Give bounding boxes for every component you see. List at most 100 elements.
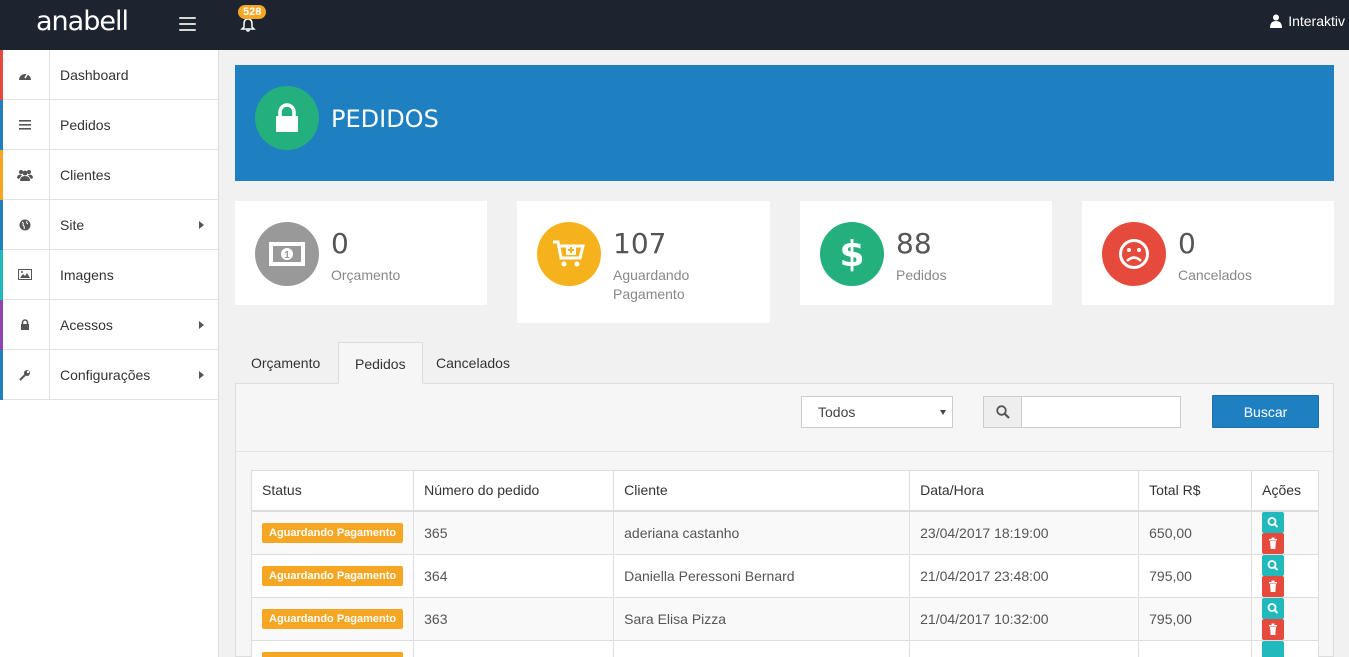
chevron-down-icon bbox=[940, 410, 946, 415]
table-header-row: Status Número do pedido Cliente Data/Hor… bbox=[251, 470, 1319, 512]
order-datetime: 21/04/2017 10:32:00 bbox=[909, 597, 1140, 641]
stat-card-orcamento[interactable]: 1 0 Orçamento bbox=[235, 201, 487, 305]
order-number: 365 bbox=[413, 510, 615, 555]
sidebar-item-clientes[interactable]: Clientes bbox=[0, 149, 218, 200]
search-addon bbox=[983, 396, 1022, 428]
tab-panel: Todos Buscar Status Número do pedido Cli… bbox=[235, 384, 1334, 657]
search-icon bbox=[1267, 602, 1279, 614]
dollar-icon: $ bbox=[839, 233, 865, 275]
logo[interactable]: anabell bbox=[36, 6, 129, 37]
column-header[interactable]: Status bbox=[251, 470, 415, 512]
order-total: 795,00 bbox=[1138, 597, 1253, 641]
tab-bar: Orçamento Pedidos Cancelados bbox=[235, 342, 1334, 384]
sidebar-item-label: Clientes bbox=[60, 166, 111, 183]
chevron-right-icon bbox=[199, 370, 204, 379]
sidebar-item-label: Pedidos bbox=[60, 116, 111, 133]
status-badge: Aguardando Pagamento bbox=[262, 608, 404, 629]
delete-button[interactable] bbox=[1262, 532, 1285, 554]
column-header[interactable]: Cliente bbox=[613, 470, 911, 512]
users-icon bbox=[16, 169, 33, 181]
view-button[interactable] bbox=[1262, 511, 1285, 533]
sidebar-item-site[interactable]: Site bbox=[0, 199, 218, 250]
table-row[interactable]: Aguardando Pagamento 365 aderiana castan… bbox=[251, 510, 1319, 555]
trash-icon bbox=[1269, 623, 1278, 635]
sidebar-item-label: Site bbox=[60, 216, 85, 233]
notification-badge[interactable]: 528 bbox=[238, 5, 267, 19]
column-header[interactable]: Número do pedido bbox=[413, 470, 615, 512]
search-input[interactable] bbox=[1021, 396, 1181, 428]
money-icon: 1 bbox=[269, 242, 305, 266]
search-icon bbox=[1267, 516, 1279, 528]
view-button[interactable] bbox=[1262, 597, 1285, 619]
status-select[interactable]: Todos bbox=[801, 396, 953, 428]
stat-label: Orçamento bbox=[331, 267, 401, 283]
sidebar-item-label: Configurações bbox=[60, 366, 151, 383]
client-name: aderiana castanho bbox=[613, 510, 911, 555]
sidebar-item-pedidos[interactable]: Pedidos bbox=[0, 99, 218, 150]
sidebar-item-acessos[interactable]: Acessos bbox=[0, 299, 218, 350]
table-row[interactable]: Aguardando Pagamento 364 Daniella Peress… bbox=[251, 554, 1319, 598]
lock-icon bbox=[20, 318, 29, 330]
chevron-right-icon bbox=[199, 220, 204, 229]
order-number: 363 bbox=[413, 597, 615, 641]
status-badge: Aguardando Pagamento bbox=[262, 522, 404, 543]
column-header[interactable]: Data/Hora bbox=[909, 470, 1140, 512]
trash-icon bbox=[1269, 537, 1278, 549]
header-icon-circle bbox=[255, 86, 319, 150]
delete-button[interactable] bbox=[1262, 575, 1285, 597]
stat-label: Cancelados bbox=[1178, 267, 1252, 283]
bell-icon[interactable] bbox=[240, 18, 256, 32]
user-menu[interactable]: Interaktiv bbox=[1270, 13, 1345, 29]
frown-icon bbox=[1119, 239, 1149, 269]
status-badge: Aguardando Pagamento bbox=[262, 565, 404, 586]
svg-text:1: 1 bbox=[284, 250, 290, 261]
stat-card-pedidos[interactable]: $ 88 Pedidos bbox=[800, 201, 1052, 305]
order-datetime: 23/04/2017 18:19:00 bbox=[909, 510, 1140, 555]
order-datetime: 21/04/2017 23:48:00 bbox=[909, 554, 1140, 598]
search-icon bbox=[995, 405, 1010, 419]
stat-label: Pedidos bbox=[896, 267, 947, 283]
sidebar: Dashboard Pedidos Clientes Site Imagens … bbox=[0, 49, 219, 657]
view-button[interactable] bbox=[1262, 554, 1285, 576]
search-button[interactable]: Buscar bbox=[1212, 395, 1319, 428]
page-header: PEDIDOS bbox=[235, 65, 1334, 181]
user-name: Interaktiv bbox=[1288, 13, 1345, 29]
stat-label: Aguardando Pagamento bbox=[613, 267, 690, 302]
order-total: 650,00 bbox=[1138, 510, 1253, 555]
stat-value: 107 bbox=[613, 227, 667, 260]
menu-toggle-icon[interactable] bbox=[179, 17, 196, 31]
tab-pedidos[interactable]: Pedidos bbox=[338, 342, 423, 384]
page-title: PEDIDOS bbox=[331, 105, 439, 133]
trash-icon bbox=[1269, 580, 1278, 592]
order-number: 364 bbox=[413, 554, 615, 598]
sidebar-item-label: Dashboard bbox=[60, 66, 129, 83]
sidebar-item-dashboard[interactable]: Dashboard bbox=[0, 49, 218, 100]
column-header[interactable]: Total R$ bbox=[1138, 470, 1253, 512]
sidebar-item-imagens[interactable]: Imagens bbox=[0, 249, 218, 300]
stat-value: 0 bbox=[331, 227, 349, 260]
column-header: Ações bbox=[1251, 470, 1319, 512]
view-button[interactable] bbox=[1262, 640, 1285, 657]
list-icon bbox=[18, 119, 31, 130]
table-row[interactable]: Aguardando Pagamento 363 Sara Elisa Pizz… bbox=[251, 597, 1319, 641]
delete-button[interactable] bbox=[1262, 618, 1285, 640]
stat-card-aguardando[interactable]: 107 Aguardando Pagamento bbox=[517, 201, 770, 323]
top-bar: anabell 528 Interaktiv bbox=[0, 0, 1349, 50]
tab-orcamento[interactable]: Orçamento bbox=[235, 342, 336, 384]
stat-value: 0 bbox=[1178, 227, 1196, 260]
stat-card-cancelados[interactable]: 0 Cancelados bbox=[1082, 201, 1334, 305]
sidebar-item-configuracoes[interactable]: Configurações bbox=[0, 349, 218, 400]
cart-icon bbox=[553, 240, 585, 267]
order-total: 795,00 bbox=[1138, 554, 1253, 598]
table-row-partial[interactable]: Aguardando Pagamento bbox=[251, 640, 1319, 657]
stat-value: 88 bbox=[896, 227, 932, 260]
client-name: Daniella Peressoni Bernard bbox=[613, 554, 911, 598]
tab-cancelados[interactable]: Cancelados bbox=[420, 342, 526, 384]
status-badge: Aguardando Pagamento bbox=[262, 651, 404, 657]
filter-toolbar: Todos Buscar bbox=[236, 384, 1333, 452]
client-name: Sara Elisa Pizza bbox=[613, 597, 911, 641]
chevron-right-icon bbox=[199, 320, 204, 329]
sidebar-item-label: Acessos bbox=[60, 316, 113, 333]
lock-icon bbox=[276, 103, 298, 132]
search-icon bbox=[1267, 559, 1279, 571]
